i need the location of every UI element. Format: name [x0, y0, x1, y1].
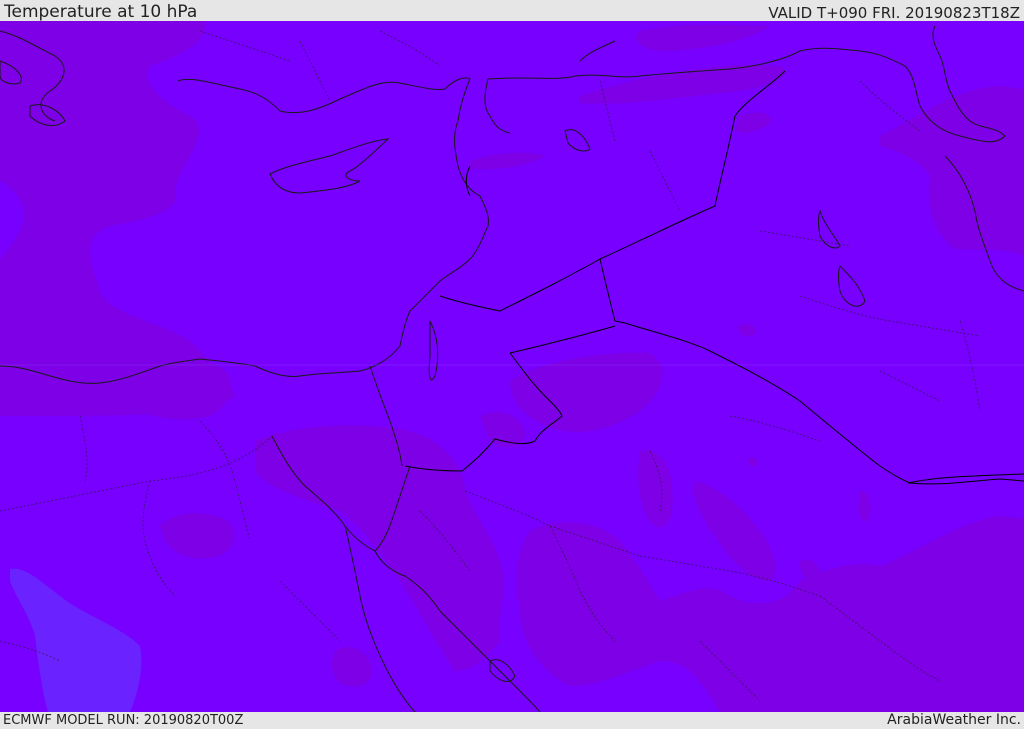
- temperature-map: [0, 21, 1024, 712]
- chart-frame: Temperature at 10 hPa VALID T+090 FRI. 2…: [0, 0, 1024, 729]
- map-canvas: [0, 21, 1024, 712]
- header-bar: Temperature at 10 hPa VALID T+090 FRI. 2…: [0, 0, 1024, 21]
- map-title: Temperature at 10 hPa: [4, 2, 198, 22]
- valid-time: VALID T+090 FRI. 20190823T18Z: [768, 4, 1020, 22]
- footer-bar: ECMWF MODEL RUN: 20190820T00Z ArabiaWeat…: [0, 712, 1024, 729]
- credit-label: ArabiaWeather Inc.: [887, 712, 1021, 728]
- model-run-label: ECMWF MODEL RUN: 20190820T00Z: [3, 713, 244, 728]
